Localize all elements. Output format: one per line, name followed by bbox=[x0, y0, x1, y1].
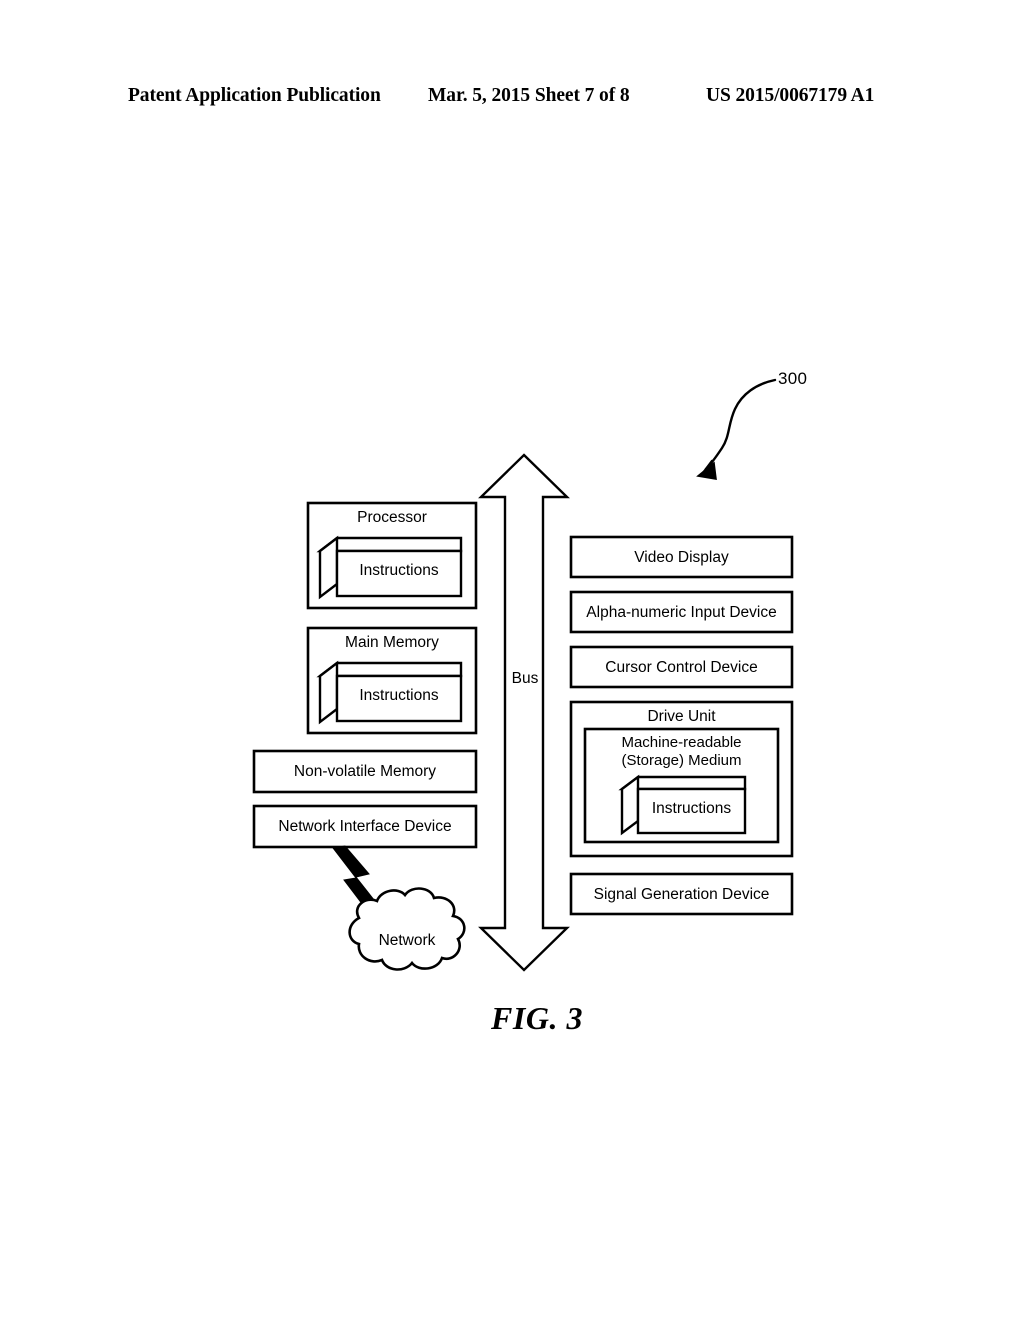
bus-arrow bbox=[478, 453, 570, 972]
main-memory-instructions-3d-box bbox=[316, 660, 463, 725]
cursor-control-device-box bbox=[569, 645, 794, 689]
non-volatile-memory-box bbox=[252, 749, 478, 794]
figure-caption: FIG. 3 bbox=[0, 1000, 1024, 1037]
reference-numeral-300: 300 bbox=[778, 369, 808, 388]
alpha-numeric-input-device-box bbox=[569, 590, 794, 634]
network-cloud bbox=[348, 887, 466, 971]
network-interface-device-box bbox=[252, 804, 478, 849]
signal-generation-device-box bbox=[569, 872, 794, 916]
figure-vector-layer: .bx { fill:#ffffff; stroke:#000000; stro… bbox=[252, 378, 794, 972]
figure-3-diagram: .bx { fill:#ffffff; stroke:#000000; stro… bbox=[0, 0, 1024, 1320]
processor-instructions-3d-box bbox=[316, 535, 463, 600]
figure-caption-text: FIG. 3 bbox=[491, 1000, 583, 1036]
video-display-box bbox=[569, 535, 794, 579]
reference-callout-arrow bbox=[696, 378, 777, 480]
drive-unit-instructions-3d-box bbox=[618, 774, 747, 836]
